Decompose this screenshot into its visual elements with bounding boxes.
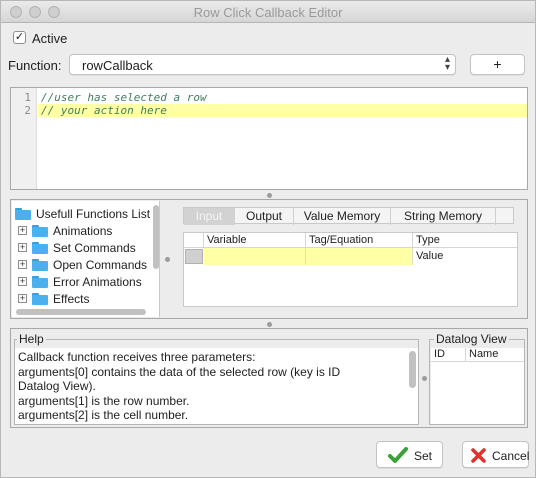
add-function-button[interactable]: + — [470, 54, 525, 75]
datalog-header: ID Name — [431, 348, 524, 362]
variables-table: Variable Tag/Equation Type Value — [183, 232, 518, 307]
functions-tree: Usefull Functions List + Animations + Se… — [12, 201, 160, 317]
dialog-window: Row Click Callback Editor ✓ Active Funct… — [0, 0, 536, 478]
function-select-value: rowCallback — [82, 58, 153, 73]
set-button-label: Set — [414, 449, 433, 463]
cancel-button-label: Cancel — [492, 449, 530, 463]
code-editor[interactable]: 1 //user has selected a row 2 // your ac… — [10, 87, 528, 190]
cancel-button[interactable]: Cancel — [462, 441, 529, 468]
tree-item-label: Effects — [53, 291, 90, 306]
line-number: 1 — [24, 91, 31, 104]
tree-item-label: Animations — [53, 223, 113, 238]
column-header[interactable]: Tag/Equation — [306, 233, 413, 248]
variable-cell[interactable] — [204, 248, 306, 265]
expand-icon[interactable]: + — [18, 294, 27, 303]
active-label: Active — [32, 31, 68, 46]
table-row[interactable]: Value — [184, 248, 517, 265]
tab-output[interactable]: Output — [235, 208, 294, 225]
code-line[interactable]: // your action here — [41, 104, 167, 117]
help-text: Callback function receives three paramet… — [15, 348, 418, 424]
folder-icon — [32, 241, 48, 254]
active-checkbox[interactable]: ✓ — [13, 31, 26, 44]
bottom-panel: Help Callback function receives three pa… — [10, 328, 528, 428]
expand-icon[interactable]: + — [18, 260, 27, 269]
help-line: arguments[1] is the row number. — [18, 393, 190, 408]
tree-item-label: Set Commands — [53, 240, 136, 255]
help-line: arguments[0] contains the data of the se… — [18, 364, 341, 379]
row-selector[interactable] — [185, 249, 203, 264]
tree-root[interactable]: Usefull Functions List — [15, 205, 150, 222]
table-header: Variable Tag/Equation Type — [184, 233, 517, 248]
updown-chevron-icon: ▴ ▾ — [444, 54, 450, 73]
expand-icon[interactable]: + — [18, 243, 27, 252]
set-button[interactable]: Set — [376, 441, 443, 468]
code-line[interactable]: //user has selected a row — [41, 91, 207, 104]
datalog-table: ID Name — [431, 348, 524, 424]
tree-item-label: Error Animations — [53, 274, 142, 289]
column-header[interactable]: ID — [431, 348, 466, 361]
folder-icon — [32, 275, 48, 288]
tab-string-memory[interactable]: String Memory — [391, 208, 496, 225]
tree-item[interactable]: + Set Commands — [18, 239, 136, 256]
folder-icon — [15, 207, 31, 220]
folder-icon — [32, 224, 48, 237]
column-header[interactable]: Variable — [204, 233, 306, 248]
tree-vertical-scrollbar[interactable] — [153, 205, 159, 269]
function-label: Function: — [8, 58, 62, 73]
checkmark-icon — [388, 447, 408, 463]
help-title: Help — [17, 332, 46, 346]
tag-equation-cell[interactable] — [306, 248, 413, 265]
datalog-title: Datalog View — [434, 332, 509, 346]
row-header-corner — [184, 233, 204, 248]
splitter-handle[interactable] — [165, 257, 170, 262]
column-header[interactable]: Name — [466, 348, 524, 361]
folder-icon — [32, 258, 48, 271]
expand-icon[interactable]: + — [18, 277, 27, 286]
tab-bar: Input Output Value Memory String Memory — [183, 207, 514, 225]
tree-item[interactable]: + Error Animations — [18, 273, 142, 290]
window-title: Row Click Callback Editor — [193, 5, 343, 20]
function-select[interactable]: rowCallback ▴ ▾ — [69, 54, 456, 75]
line-number: 2 — [24, 104, 31, 117]
column-header[interactable]: Type — [413, 233, 517, 248]
tree-item[interactable]: + Effects — [18, 290, 89, 307]
splitter-handle[interactable] — [267, 322, 272, 327]
middle-panel: Usefull Functions List + Animations + Se… — [10, 199, 528, 319]
tree-item[interactable]: + Animations — [18, 222, 112, 239]
help-line: Callback function receives three paramet… — [18, 350, 256, 364]
tab-value-memory[interactable]: Value Memory — [294, 208, 391, 225]
tab-input[interactable]: Input — [184, 208, 235, 225]
tree-item[interactable]: + Open Commands — [18, 256, 147, 273]
splitter-handle[interactable] — [422, 376, 427, 381]
help-vertical-scrollbar[interactable] — [409, 351, 416, 388]
expand-icon[interactable]: + — [18, 226, 27, 235]
splitter-handle[interactable] — [267, 193, 272, 198]
title-bar: Row Click Callback Editor — [1, 1, 535, 23]
folder-icon — [32, 292, 48, 305]
help-line: arguments[2] is the cell number. — [18, 408, 189, 422]
tree-horizontal-scrollbar[interactable] — [16, 309, 146, 315]
tree-root-label: Usefull Functions List — [36, 206, 151, 221]
x-mark-icon — [471, 448, 486, 463]
help-line: Datalog View). — [18, 379, 96, 393]
tree-item-label: Open Commands — [53, 257, 148, 272]
type-cell[interactable]: Value — [416, 250, 443, 262]
